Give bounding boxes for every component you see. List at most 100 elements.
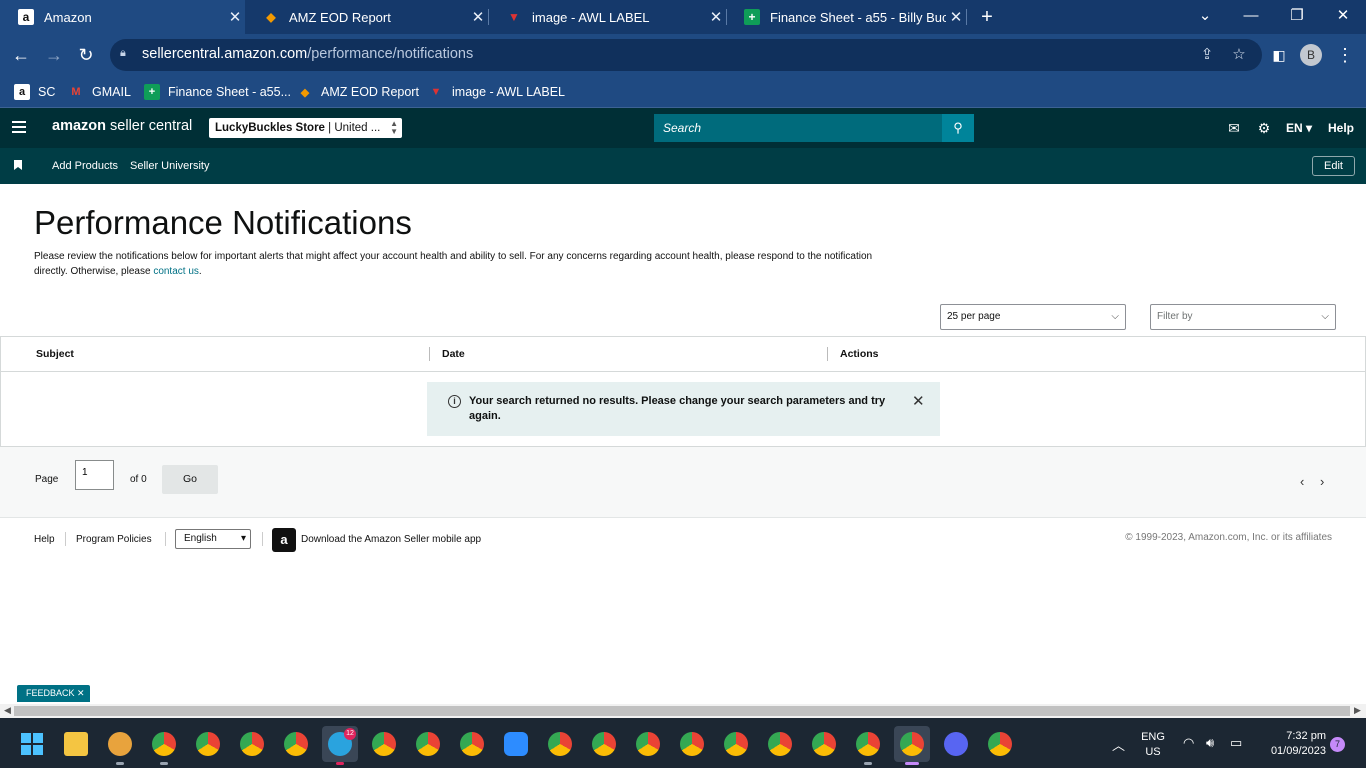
bookmark-sc[interactable]: a SC	[14, 82, 55, 102]
chrome-icon[interactable]	[718, 726, 754, 762]
chrome-icon[interactable]	[454, 726, 490, 762]
show-hidden-icons-icon[interactable]: ︿	[1112, 735, 1125, 754]
chrome-icon[interactable]	[630, 726, 666, 762]
scroll-left-icon[interactable]: ◀	[4, 705, 11, 716]
close-window-icon[interactable]: ✕	[1320, 0, 1366, 34]
chrome-icon[interactable]	[762, 726, 798, 762]
chrome-icon[interactable]	[278, 726, 314, 762]
horizontal-scrollbar[interactable]: ◀ ▶	[0, 704, 1366, 718]
previous-page-icon[interactable]: ‹	[1300, 474, 1304, 489]
bookmark-gmail[interactable]: M GMAIL	[68, 82, 131, 102]
amazon-seller-app-icon[interactable]: a	[272, 528, 296, 552]
program-policies-link[interactable]: Program Policies	[76, 534, 152, 545]
forward-icon[interactable]: →	[41, 42, 67, 68]
help-link[interactable]: Help	[1328, 121, 1354, 135]
search-input[interactable]: Search	[654, 114, 942, 142]
bookmark-star-icon[interactable]: ☆	[1230, 46, 1248, 64]
footer-help-link[interactable]: Help	[34, 534, 55, 545]
close-tab-icon[interactable]: ✕	[946, 8, 966, 26]
app-icon[interactable]	[102, 726, 138, 765]
volume-icon[interactable]: 🔊︎	[1206, 735, 1214, 751]
seller-university-link[interactable]: Seller University	[130, 160, 209, 172]
awl-icon: ▼	[430, 86, 442, 98]
download-app-link[interactable]: Download the Amazon Seller mobile app	[301, 534, 481, 545]
go-button[interactable]: Go	[162, 465, 218, 494]
reload-icon[interactable]: ↻	[73, 42, 99, 68]
chrome-icon[interactable]	[674, 726, 710, 762]
restore-icon[interactable]: ❐	[1274, 0, 1320, 34]
chrome-icon[interactable]	[586, 726, 622, 762]
zoom-icon[interactable]	[498, 726, 534, 762]
profile-avatar[interactable]: B	[1300, 44, 1322, 66]
wifi-icon[interactable]: ◠	[1183, 735, 1194, 751]
tab-finance-sheet[interactable]: + Finance Sheet - a55 - Billy Buckle ✕	[726, 0, 966, 34]
chrome-icon[interactable]	[850, 726, 886, 765]
file-explorer-icon[interactable]	[58, 726, 94, 762]
tab-amazon[interactable]: a Amazon ✕	[0, 0, 245, 34]
close-tab-icon[interactable]: ✕	[468, 8, 488, 26]
bookmarks-bar: a SC M GMAIL + Finance Sheet - a55... ◆ …	[0, 76, 1366, 108]
feedback-button[interactable]: FEEDBACK ✕	[17, 685, 90, 702]
next-page-icon[interactable]: ›	[1320, 474, 1324, 489]
chrome-icon[interactable]	[982, 726, 1018, 762]
chrome-icon[interactable]	[146, 726, 182, 765]
side-panel-icon[interactable]: ◧	[1266, 42, 1292, 68]
browser-menu-icon[interactable]: ⋮	[1332, 42, 1358, 68]
seller-central-subnav: Add Products Seller University Edit	[0, 148, 1366, 184]
tab-awl-label[interactable]: ▼ image - AWL LABEL ✕	[488, 0, 726, 34]
start-menu-icon[interactable]	[14, 726, 50, 762]
search-icon[interactable]: ⚲	[942, 114, 974, 142]
bookmark-amz-eod-report[interactable]: ◆ AMZ EOD Report	[297, 82, 419, 102]
bookmark-icon[interactable]	[14, 160, 22, 170]
share-icon[interactable]: ⇪	[1198, 46, 1216, 64]
discord-icon[interactable]	[938, 726, 974, 762]
column-subject[interactable]: Subject	[36, 348, 74, 360]
back-icon[interactable]: ←	[8, 42, 34, 68]
footer-language-select[interactable]: English ▾	[175, 529, 251, 549]
url-text: sellercentral.amazon.com/performance/not…	[142, 46, 474, 62]
chrome-icon[interactable]	[542, 726, 578, 762]
table-header: Subject Date Actions	[1, 337, 1365, 372]
page-number-input[interactable]: 1	[75, 460, 114, 490]
gear-icon[interactable]: ⚙	[1255, 119, 1273, 137]
scrollbar-thumb[interactable]	[14, 706, 1350, 716]
chrome-icon[interactable]	[234, 726, 270, 762]
telegram-icon[interactable]: 12	[322, 726, 358, 765]
store-selector[interactable]: LuckyBuckles Store | United ... ▲ ▼	[209, 118, 402, 138]
edit-button[interactable]: Edit	[1312, 156, 1355, 176]
hamburger-menu-icon[interactable]	[12, 121, 26, 135]
close-tab-icon[interactable]: ✕	[706, 8, 726, 26]
battery-icon[interactable]: ▭	[1230, 735, 1242, 751]
bookmark-awl-label[interactable]: ▼ image - AWL LABEL	[428, 82, 565, 102]
new-tab-icon[interactable]: +	[976, 4, 998, 30]
language-selector[interactable]: EN ▾	[1286, 121, 1312, 135]
chrome-icon[interactable]	[366, 726, 402, 762]
mail-icon[interactable]: ✉	[1225, 119, 1243, 137]
close-tab-icon[interactable]: ✕	[225, 8, 245, 26]
chrome-icon[interactable]	[410, 726, 446, 762]
address-bar-row: ← → ↻ 🔒︎ sellercentral.amazon.com/perfor…	[0, 34, 1366, 76]
seller-central-logo[interactable]: amazon seller central	[52, 118, 192, 134]
chrome-icon[interactable]	[190, 726, 226, 762]
column-date[interactable]: Date	[442, 348, 465, 360]
close-icon[interactable]: ✕	[912, 392, 925, 410]
footer-divider	[262, 532, 263, 546]
per-page-select[interactable]: 25 per page ⌵	[940, 304, 1126, 330]
seller-central-header: amazon seller central LuckyBuckles Store…	[0, 108, 1366, 148]
tab-search-icon[interactable]: ⌄	[1182, 0, 1228, 34]
chrome-icon-active[interactable]	[894, 726, 930, 765]
chevron-down-icon: ⌵	[1111, 311, 1119, 322]
add-products-link[interactable]: Add Products	[52, 160, 118, 172]
contact-us-link[interactable]: contact us	[153, 266, 199, 277]
filter-select[interactable]: Filter by ⌵	[1150, 304, 1336, 330]
chrome-icon[interactable]	[806, 726, 842, 762]
scroll-right-icon[interactable]: ▶	[1354, 705, 1361, 716]
clock[interactable]: 7:32 pm 01/09/2023	[1256, 729, 1326, 759]
bookmark-finance-sheet[interactable]: + Finance Sheet - a55...	[144, 82, 291, 102]
minimize-icon[interactable]: —	[1228, 0, 1274, 34]
input-language[interactable]: ENG US	[1138, 730, 1168, 760]
tab-amz-eod-report[interactable]: ◆ AMZ EOD Report ✕	[245, 0, 488, 34]
chevron-down-icon: ⌵	[1321, 311, 1329, 322]
url-bar[interactable]: 🔒︎ sellercentral.amazon.com/performance/…	[110, 39, 1262, 71]
notification-count-badge[interactable]: 7	[1330, 737, 1345, 752]
